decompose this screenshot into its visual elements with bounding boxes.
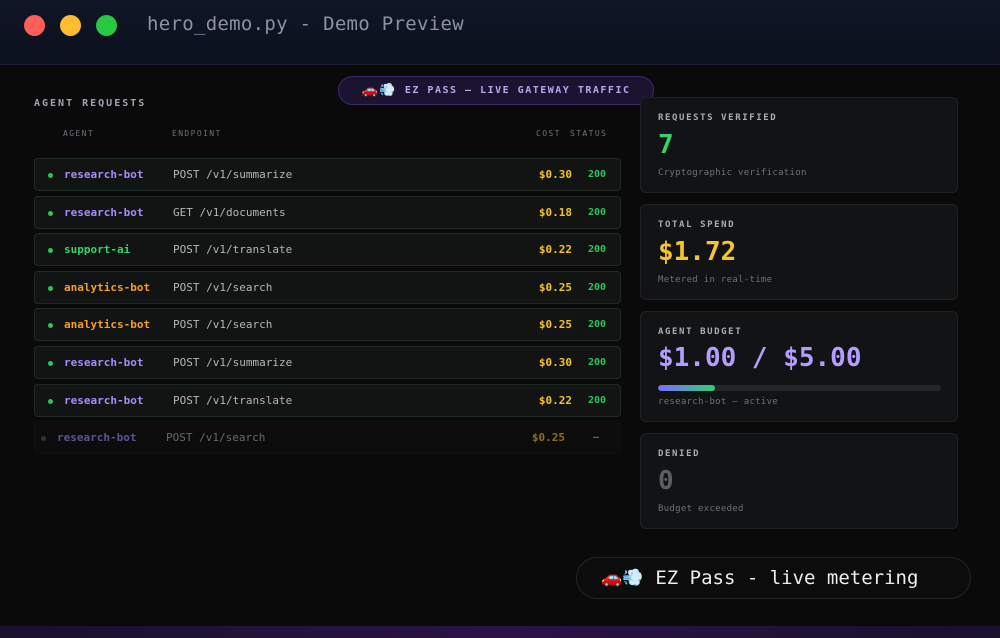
- status-dot: [41, 436, 46, 442]
- window-titlebar: hero_demo.py - Demo Preview: [0, 0, 1000, 56]
- card-label: TOTAL SPEND: [658, 220, 736, 230]
- budget-progress-bar: [658, 385, 941, 391]
- cost: $0.25: [538, 318, 572, 332]
- card-subtitle: research-bot — active: [658, 397, 779, 407]
- endpoint: GET /v1/documents: [173, 205, 286, 219]
- minimize-window-button[interactable]: [60, 15, 81, 36]
- status-dot: [48, 285, 53, 291]
- column-header-cost: COST: [536, 129, 561, 138]
- agent-name: research-bot: [64, 355, 144, 369]
- card-label: AGENT BUDGET: [658, 327, 743, 337]
- status-dot: [48, 210, 53, 216]
- live-metering-toast: 🚗💨 EZ Pass - live metering: [576, 557, 971, 599]
- status-dot: [48, 248, 53, 254]
- status-code: 200: [587, 244, 606, 256]
- cost: $0.30: [538, 355, 572, 369]
- request-row[interactable]: analytics-bot POST /v1/search $0.25 200: [34, 308, 621, 342]
- request-row[interactable]: research-bot POST /v1/summarize $0.30 20…: [34, 345, 621, 379]
- request-row-pending[interactable]: research-bot POST /v1/search $0.25 —: [34, 421, 621, 455]
- endpoint: POST /v1/translate: [173, 243, 293, 257]
- column-header-endpoint: ENDPOINT: [172, 129, 222, 138]
- column-header-status: STATUS: [570, 129, 608, 138]
- request-row[interactable]: research-bot POST /v1/summarize $0.30 20…: [34, 158, 621, 191]
- endpoint: POST /v1/search: [173, 318, 273, 332]
- gateway-traffic-banner: 🚗💨 EZ PASS — LIVE GATEWAY TRAFFIC: [338, 76, 654, 105]
- status-code: 200: [587, 169, 606, 180]
- status-code: 200: [587, 394, 606, 406]
- agent-name: analytics-bot: [64, 318, 151, 332]
- card-subtitle: Cryptographic verification: [658, 168, 807, 178]
- cost: $0.30: [538, 168, 572, 181]
- endpoint: POST /v1/translate: [173, 393, 293, 407]
- requests-verified-card: REQUESTS VERIFIED 7 Cryptographic verifi…: [640, 97, 958, 193]
- car-speed-icon: 🚗💨: [361, 83, 397, 98]
- total-spend-value: $1.72: [658, 237, 737, 267]
- card-subtitle: Budget exceeded: [658, 504, 744, 514]
- request-row[interactable]: support-ai POST /v1/translate $0.22 200: [34, 233, 621, 267]
- agent-name: support-ai: [64, 243, 131, 257]
- endpoint: POST /v1/search: [173, 280, 273, 294]
- maximize-window-button[interactable]: [96, 15, 117, 36]
- column-header-agent: AGENT: [63, 129, 95, 138]
- denied-card: DENIED 0 Budget exceeded: [640, 433, 958, 529]
- endpoint: POST /v1/search: [166, 431, 266, 445]
- request-list: research-bot POST /v1/summarize $0.30 20…: [34, 158, 621, 459]
- status-code: —: [592, 432, 599, 444]
- total-spend-card: TOTAL SPEND $1.72 Metered in real-time: [640, 204, 958, 300]
- status-dot: [48, 173, 53, 178]
- close-window-button[interactable]: [24, 15, 45, 36]
- request-row[interactable]: analytics-bot POST /v1/search $0.25 200: [34, 270, 621, 304]
- cost: $0.22: [538, 243, 572, 257]
- agent-requests-title: AGENT REQUESTS: [34, 98, 147, 109]
- status-code: 200: [587, 356, 606, 368]
- endpoint: POST /v1/summarize: [173, 168, 293, 181]
- budget-value: $1.00 / $5.00: [658, 343, 862, 373]
- status-dot: [48, 398, 53, 404]
- status-dot: [48, 323, 53, 329]
- budget-progress-fill: [658, 385, 715, 391]
- request-row[interactable]: research-bot POST /v1/translate $0.22 20…: [34, 383, 621, 417]
- cost: $0.25: [538, 280, 572, 294]
- status-code: 200: [587, 281, 606, 293]
- agent-name: analytics-bot: [64, 280, 151, 294]
- cost: $0.18: [538, 205, 572, 219]
- denied-count: 0: [658, 466, 674, 496]
- status-dot: [48, 360, 53, 366]
- card-subtitle: Metered in real-time: [658, 275, 773, 285]
- cost: $0.22: [538, 393, 572, 407]
- status-code: 200: [587, 206, 606, 218]
- status-code: 200: [587, 319, 606, 331]
- endpoint: POST /v1/summarize: [173, 355, 293, 369]
- window-title: hero_demo.py - Demo Preview: [147, 13, 464, 35]
- toast-text: EZ Pass - live metering: [655, 567, 919, 589]
- bottom-glow: [0, 626, 1000, 638]
- banner-text: EZ PASS — LIVE GATEWAY TRAFFIC: [404, 85, 631, 96]
- agent-name: research-bot: [64, 393, 144, 407]
- agent-name: research-bot: [57, 431, 137, 445]
- card-label: DENIED: [658, 449, 701, 459]
- agent-name: research-bot: [64, 168, 144, 181]
- cost: $0.25: [531, 431, 565, 445]
- request-row[interactable]: research-bot GET /v1/documents $0.18 200: [34, 195, 621, 229]
- verified-count: 7: [658, 130, 674, 160]
- car-speed-icon: 🚗💨: [601, 568, 644, 588]
- agent-name: research-bot: [64, 205, 144, 219]
- card-label: REQUESTS VERIFIED: [658, 113, 778, 123]
- agent-budget-card: AGENT BUDGET $1.00 / $5.00 research-bot …: [640, 311, 958, 422]
